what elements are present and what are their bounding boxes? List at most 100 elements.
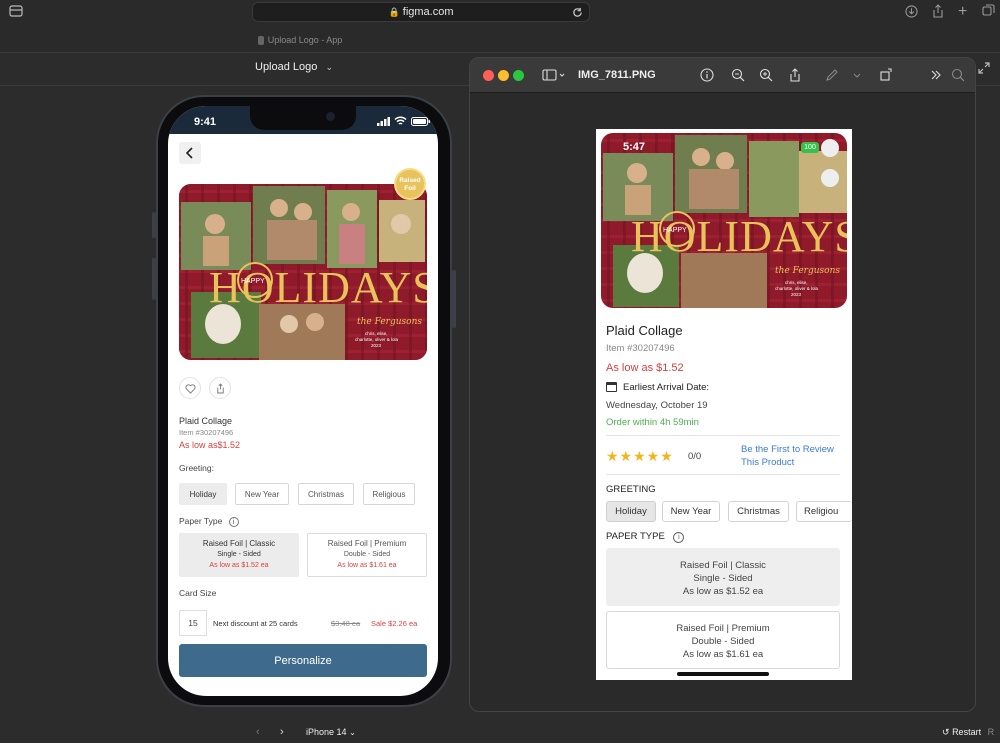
raised-foil-badge: Raised Foil xyxy=(394,168,426,200)
doc-product-name: Plaid Collage xyxy=(606,323,683,338)
more-chevrons-icon[interactable] xyxy=(929,68,943,82)
doc-card-year: 2023 xyxy=(791,292,802,297)
doc-review-link: Be the First to Review This Product xyxy=(741,444,834,468)
prototype-bottom-bar: ‹ › iPhone 14 ⌄ ↺ Restart R xyxy=(0,722,1000,743)
preview-window: IMG_7811.PNG HOLIDAYS HAPPY the Ferguson… xyxy=(469,57,976,712)
doc-greeting-new-year: New Year xyxy=(662,501,720,522)
tab-overview-icon[interactable] xyxy=(982,4,995,17)
greeting-chip-religious[interactable]: Religious xyxy=(363,483,415,505)
new-tab-icon[interactable]: + xyxy=(958,3,967,21)
doc-product-image: HOLIDAYS HAPPY the Fergusons chris, elis… xyxy=(601,133,847,308)
next-frame-button[interactable]: › xyxy=(280,726,284,738)
greeting-chip-new-year[interactable]: New Year xyxy=(235,483,289,505)
doc-home-indicator xyxy=(677,672,769,676)
chevron-left-icon xyxy=(185,147,193,159)
zoom-window-button[interactable] xyxy=(513,70,524,81)
zoom-out-icon[interactable] xyxy=(731,68,745,82)
paper-option-premium[interactable]: Raised Foil | Premium Double - Sided As lo… xyxy=(307,533,427,577)
power-button xyxy=(452,270,456,328)
back-button[interactable] xyxy=(179,142,201,164)
minimize-window-button[interactable] xyxy=(498,70,509,81)
greeting-label: Greeting: xyxy=(179,463,214,473)
lock-icon: 🔒 xyxy=(388,7,400,17)
share-icon[interactable] xyxy=(932,4,944,18)
personalize-button[interactable]: Personalize xyxy=(179,644,427,677)
sidebar-icon[interactable] xyxy=(9,5,23,17)
doc-paper-premium: Raised Foil | Premium Double - Sided As lo… xyxy=(606,611,840,669)
doc-share-button xyxy=(821,169,839,187)
browser-chrome: 🔒 figma.com + Upload Logo - App xyxy=(0,0,1000,52)
frame-selector[interactable]: Upload Logo ⌄ xyxy=(255,61,333,73)
card-size-label: Card Size xyxy=(179,588,217,598)
doc-divider-2 xyxy=(606,474,840,475)
product-name: Plaid Collage xyxy=(179,416,233,426)
greeting-chip-holiday[interactable]: Holiday xyxy=(179,483,227,505)
doc-rating-stars: ★★★★★ xyxy=(606,448,674,464)
doc-rating-count: 0/0 xyxy=(688,451,702,462)
frame-name: Upload Logo xyxy=(255,61,318,73)
expand-icon[interactable] xyxy=(978,62,990,74)
share-icon[interactable] xyxy=(788,68,802,82)
tab-title[interactable]: Upload Logo - App xyxy=(0,35,600,46)
doc-order-within: Order within 4h 59min xyxy=(606,417,699,428)
sale-price: Sale $2.26 ea xyxy=(371,619,418,628)
chevron-down-icon[interactable] xyxy=(852,68,862,82)
chevron-down-icon: ⌄ xyxy=(349,728,356,737)
restart-shortcut: R xyxy=(987,727,995,737)
paper-option-classic[interactable]: Raised Foil | Classic Single - Sided As lo… xyxy=(179,533,299,577)
doc-arrival-date: Wednesday, October 19 xyxy=(606,400,708,411)
markup-pen-icon[interactable] xyxy=(825,68,839,82)
card-names-line1: chris, elise, xyxy=(365,331,388,336)
close-window-button[interactable] xyxy=(483,70,494,81)
doc-paper-heading: PAPER TYPE i xyxy=(606,531,685,543)
restart-button[interactable]: ↺ Restart R xyxy=(942,727,994,738)
doc-greeting-holiday: Holiday xyxy=(606,501,656,522)
doc-price: As low as $1.52 xyxy=(606,362,684,374)
search-icon[interactable] xyxy=(951,68,965,82)
discount-text: Next discount at 25 cards xyxy=(213,619,298,628)
calendar-icon xyxy=(606,382,617,393)
product-image[interactable]: HOLIDAYS HAPPY the Fergusons chris, elis… xyxy=(179,184,427,360)
zoom-in-icon[interactable] xyxy=(759,68,773,82)
preview-toolbar: IMG_7811.PNG xyxy=(470,58,975,93)
reload-icon[interactable] xyxy=(572,7,583,18)
price-line: As low as$1.52 xyxy=(179,440,241,450)
doc-card-names-line1: chris, elise, xyxy=(785,280,808,285)
info-icon[interactable] xyxy=(700,68,714,82)
preview-filename: IMG_7811.PNG xyxy=(578,69,656,81)
rotate-icon[interactable] xyxy=(879,68,893,82)
download-icon[interactable] xyxy=(905,5,918,18)
favorite-button[interactable] xyxy=(179,377,201,399)
doc-card-happy-text: HAPPY xyxy=(663,227,687,234)
card-family-text: the Fergusons xyxy=(357,317,422,327)
info-icon[interactable]: i xyxy=(228,517,239,527)
share-button[interactable] xyxy=(209,377,231,399)
item-number: Item #30207496 xyxy=(179,428,234,437)
restart-icon: ↺ xyxy=(942,727,950,737)
phone-screen: 9:41 HOLIDAYS HAPPY the Fergusons chris,… xyxy=(168,106,438,696)
previous-frame-button[interactable]: ‹ xyxy=(256,726,260,738)
quantity-input[interactable]: 15 xyxy=(179,610,207,636)
device-selector[interactable]: iPhone 14 ⌄ xyxy=(306,727,356,737)
url-text: figma.com xyxy=(402,6,454,18)
greeting-chip-christmas[interactable]: Christmas xyxy=(298,483,354,505)
signal-icon xyxy=(377,117,391,126)
address-bar[interactable]: 🔒 figma.com xyxy=(252,2,590,22)
paper-type-label: Paper Type i xyxy=(179,516,239,527)
wifi-icon xyxy=(394,116,407,126)
heart-icon xyxy=(185,384,196,394)
battery-icon xyxy=(411,117,430,126)
doc-fav-button xyxy=(821,139,839,157)
volume-up-button xyxy=(152,212,156,238)
doc-divider xyxy=(606,435,840,436)
preview-document: HOLIDAYS HAPPY the Fergusons chris, elis… xyxy=(596,129,852,680)
card-happy-text: HAPPY xyxy=(241,278,265,285)
sidebar-toggle-icon[interactable] xyxy=(542,68,566,82)
doc-battery-badge: 100 xyxy=(801,142,819,153)
info-icon: i xyxy=(673,532,685,543)
chevron-down-icon: ⌄ xyxy=(325,62,333,72)
doc-item-number: Item #30207496 xyxy=(606,343,675,354)
doc-greeting-religious: Religiou xyxy=(796,501,852,522)
card-names-line2: charlotte, oliver & lola xyxy=(355,337,399,342)
camera-icon xyxy=(326,112,335,121)
